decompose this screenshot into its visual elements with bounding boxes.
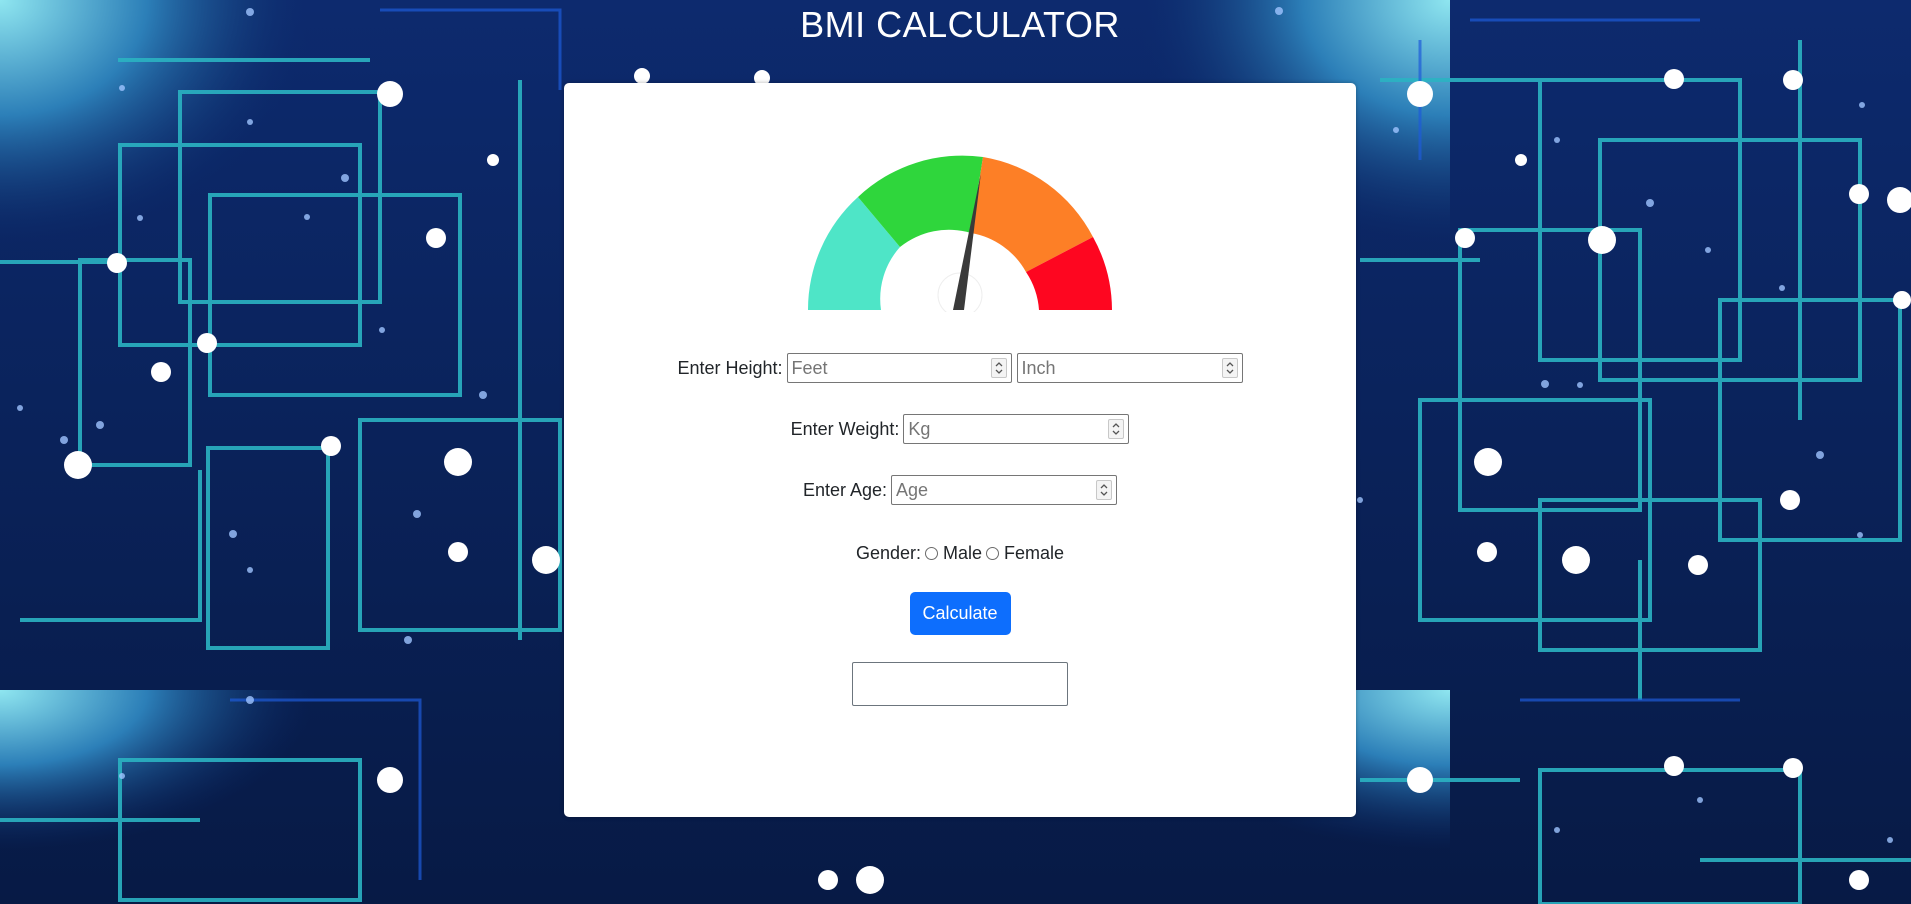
- inch-input[interactable]: [1017, 355, 1224, 381]
- calculator-card: Enter Height: Enter Weight: Enter Age:: [564, 83, 1356, 817]
- age-label: Enter Age:: [802, 479, 888, 500]
- result-output: [852, 662, 1068, 706]
- feet-field-wrapper: [786, 353, 1012, 383]
- feet-input[interactable]: [787, 355, 993, 381]
- height-label: Enter Height:: [677, 357, 783, 378]
- spin-arrows-icon[interactable]: [1108, 419, 1125, 439]
- page-title: BMI CALCULATOR: [800, 4, 1120, 45]
- result-row: [564, 662, 1356, 706]
- weight-label: Enter Weight:: [790, 418, 900, 439]
- weight-field-wrapper: [903, 414, 1130, 444]
- female-label: Female: [1004, 542, 1065, 563]
- height-row: Enter Height:: [564, 353, 1356, 383]
- female-radio[interactable]: [986, 546, 1000, 560]
- calculate-row: Calculate: [564, 592, 1356, 635]
- age-row: Enter Age:: [564, 475, 1356, 505]
- gender-row: Gender: Male Female: [564, 541, 1356, 565]
- inch-field-wrapper: [1016, 353, 1243, 383]
- bmi-gauge: [808, 155, 1112, 312]
- spin-arrows-icon[interactable]: [1221, 358, 1238, 378]
- age-field-wrapper: [891, 475, 1118, 505]
- age-input[interactable]: [892, 477, 1099, 503]
- male-label: Male: [943, 542, 983, 563]
- spin-arrows-icon[interactable]: [990, 358, 1007, 378]
- weight-row: Enter Weight:: [564, 414, 1356, 444]
- gender-option-female[interactable]: Female: [982, 543, 1064, 564]
- spin-arrows-icon[interactable]: [1096, 480, 1113, 500]
- calculate-button[interactable]: Calculate: [909, 592, 1011, 635]
- male-radio[interactable]: [925, 546, 938, 560]
- gender-label: Gender:: [855, 542, 921, 563]
- gender-option-male[interactable]: Male: [921, 543, 982, 564]
- weight-input[interactable]: [904, 416, 1111, 442]
